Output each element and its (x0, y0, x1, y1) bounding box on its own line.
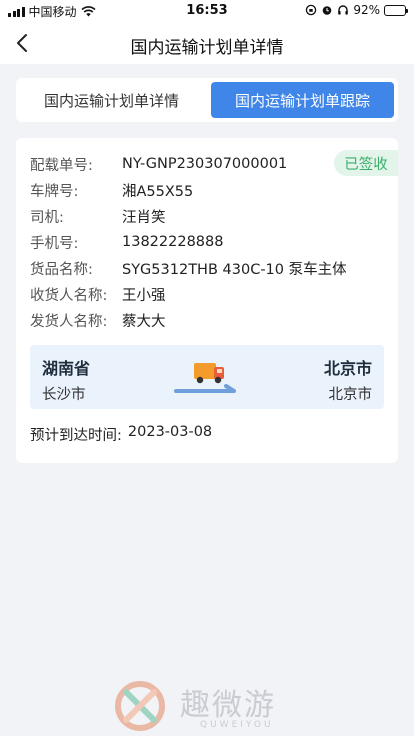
destination-province: 北京市 (323, 359, 372, 378)
info-value: 湘A55X55 (122, 183, 194, 200)
info-row-load-number: 配载单号: NY-GNP230307000001 (30, 153, 287, 175)
info-row-goods-name: 货品名称: SYG5312THB 430C-10 泵车主体 (30, 257, 347, 279)
eta-row: 预计到达时间: 2023-03-08 (30, 424, 212, 445)
battery-icon (384, 4, 408, 16)
info-label: 手机号: (30, 235, 79, 252)
info-row-phone: 手机号: 13822228888 (30, 231, 223, 253)
info-row-driver: 司机: 汪肖笑 (30, 205, 166, 227)
route-box: 湖南省 长沙市 北京市 北京市 (30, 345, 384, 409)
origin-city: 长沙市 (42, 387, 86, 403)
alarm-icon (323, 6, 332, 15)
status-right: 92% (305, 3, 408, 17)
info-row-plate-number: 车牌号: 湘A55X55 (30, 179, 193, 201)
info-label: 配载单号: (30, 157, 93, 174)
eta-label: 预计到达时间: (30, 428, 122, 444)
info-value: 蔡大大 (122, 313, 166, 330)
info-label: 货品名称: (30, 261, 93, 278)
battery-percent: 92% (353, 3, 380, 17)
info-label: 司机: (30, 209, 64, 226)
status-badge: 已签收 (334, 150, 398, 176)
nav-bar: 国内运输计划单详情 (0, 22, 414, 64)
info-row-shipper: 发货人名称: 蔡大大 (30, 309, 166, 331)
truck-route-icon (174, 363, 236, 393)
info-value: 13822228888 (122, 234, 224, 250)
destination-city: 北京市 (328, 387, 373, 403)
tab-bar: 国内运输计划单详情 国内运输计划单跟踪 (16, 78, 398, 122)
order-card: 已签收 配载单号: NY-GNP230307000001 车牌号: 湘A55X5… (16, 138, 398, 463)
watermark-pinyin: QUWEIYOU (200, 720, 274, 730)
origin-province: 湖南省 (42, 359, 91, 378)
info-value: NY-GNP230307000001 (122, 156, 288, 172)
info-label: 车牌号: (30, 183, 79, 200)
tab-plan-details[interactable]: 国内运输计划单详情 (20, 82, 203, 118)
info-label: 收货人名称: (30, 287, 108, 304)
page-title: 国内运输计划单详情 (130, 38, 284, 58)
info-value: 王小强 (122, 287, 166, 304)
quweiyou-logo-icon (115, 681, 165, 731)
info-row-receiver: 收货人名称: 王小强 (30, 283, 166, 305)
watermark-name: 趣微游 (180, 688, 276, 723)
tab-plan-tracking[interactable]: 国内运输计划单跟踪 (211, 82, 394, 118)
watermark-logo: 趣微游 QUWEIYOU (112, 676, 312, 736)
screen-lock-icon (306, 4, 317, 16)
info-value: SYG5312THB 430C-10 泵车主体 (122, 261, 347, 278)
info-label: 发货人名称: (30, 313, 108, 330)
status-bar: 中国移动 16:53 92% (0, 0, 414, 22)
eta-value: 2023-03-08 (127, 424, 213, 440)
headphones-icon (338, 5, 349, 15)
info-value: 汪肖笑 (122, 209, 166, 226)
